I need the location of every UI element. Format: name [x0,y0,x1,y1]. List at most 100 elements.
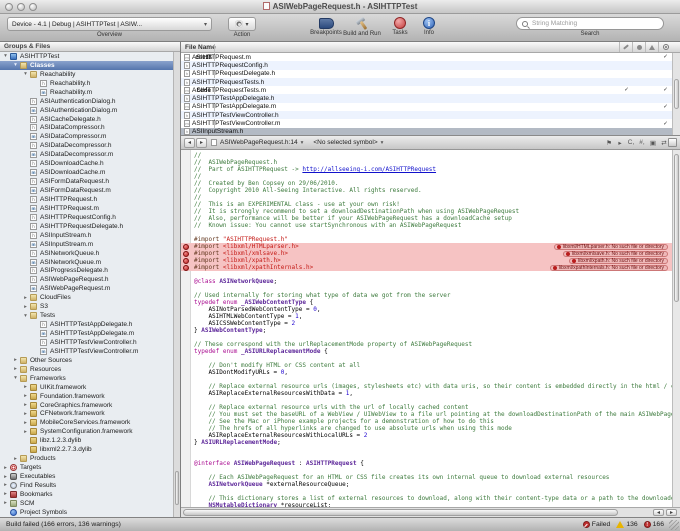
disclosure-triangle-icon[interactable]: ▸ [22,304,29,310]
disclosure-triangle-icon[interactable]: ▸ [22,393,29,399]
sidebar-item[interactable]: ▸ Targets [0,463,173,472]
breakpoints-menu-icon[interactable]: ▸ [616,139,624,147]
error-gutter-icon[interactable] [183,250,189,257]
disclosure-triangle-icon[interactable]: ▸ [2,491,9,497]
disclosure-triangle-icon[interactable]: ▸ [2,500,9,506]
file-list-scrollbar[interactable] [672,53,680,135]
counterpart-icon[interactable]: ⇄ [660,139,668,147]
error-gutter-icon[interactable] [183,243,189,250]
sidebar-item[interactable]: h ASIDataCompressor.h [0,124,173,133]
file-history-popup[interactable]: ASIWebPageRequest.h:14 [220,139,303,146]
sidebar-item[interactable]: m ASIHTTPRequest.m [0,204,173,213]
sidebar-item[interactable]: h ASIFormDataRequest.h [0,177,173,186]
disclosure-triangle-icon[interactable]: ▾ [12,62,19,68]
sidebar-item[interactable]: ▸ Products [0,454,173,463]
sidebar-item[interactable]: ▸ Foundation.framework [0,392,173,401]
sidebar-item[interactable]: h ASIHTTPRequestDelegate.h [0,222,173,231]
sidebar-item[interactable]: m ASIInputStream.m [0,240,173,249]
disclosure-triangle-icon[interactable]: ▸ [12,456,19,462]
sidebar-item[interactable]: h Reachability.h [0,79,173,88]
error-gutter-icon[interactable] [183,257,189,264]
error-message-bubble[interactable]: libxml/xpath.h: No such file or director… [569,257,668,264]
sidebar-item[interactable]: h ASINetworkQueue.h [0,249,173,258]
source-editor[interactable]: //// ASIWebPageRequest.h// Part of ASIHT… [181,150,680,507]
sidebar-item[interactable]: ▸ S3 [0,302,173,311]
sidebar-item[interactable]: ▸ Other Sources [0,356,173,365]
file-list-row[interactable]: h ASIHTTPTestViewController.h [181,111,672,120]
warnings-column-header[interactable] [646,42,659,52]
editor-vertical-scrollbar[interactable] [672,150,680,507]
sidebar-item[interactable]: h ASIDataDecompressor.h [0,141,173,150]
file-list-row[interactable]: h ASIHTTPRequestDelegate.h [181,70,672,78]
file-list-row[interactable]: h ASIHTTPTestAppDelegate.h [181,94,672,103]
sidebar-item[interactable]: m ASIDownloadCache.m [0,168,173,177]
sidebar-item[interactable]: m ASIHTTPTestAppDelegate.m [0,329,173,338]
disclosure-triangle-icon[interactable]: ▸ [12,366,19,372]
sidebar-item[interactable]: ▾ Frameworks [0,374,173,383]
split-editor-button[interactable] [668,138,677,147]
disclosure-triangle-icon[interactable]: ▸ [2,482,9,488]
sidebar-item[interactable]: ▾ Classes [0,60,173,70]
file-list-row[interactable]: h ASIInputStream.h [181,127,672,135]
sidebar-item[interactable]: m Reachability.m [0,88,173,97]
error-message-bubble[interactable]: libxml/xpathInternals.h: No such file or… [549,264,668,271]
target-membership-cell[interactable]: ✓ [659,104,672,110]
toolbar-button-info[interactable]: i Info [403,17,455,36]
sidebar-item[interactable]: ▾ ASIHTTPTest [0,52,173,61]
file-name-column-header[interactable]: File Name [181,42,620,52]
file-list-row[interactable]: m ASIHTTPRequest.m 86.1K ✓ [181,53,672,61]
disclosure-triangle-icon[interactable]: ▸ [22,384,29,390]
sidebar-item[interactable]: ▸ UIKit.framework [0,383,173,392]
sidebar-item[interactable]: ▸ Resources [0,365,173,374]
sidebar-item[interactable]: h ASIHTTPTestViewController.h [0,338,173,347]
error-message-bubble[interactable]: libxml/HTMLparser.h: No such file or dir… [553,243,668,250]
built-column-header[interactable] [620,42,633,52]
file-list-row[interactable]: m ASIHTTPTestViewController.m 676 ✓ [181,55,672,128]
sidebar-item[interactable]: m ASINetworkQueue.m [0,258,173,267]
code-text[interactable]: //// ASIWebPageRequest.h// Part of ASIHT… [181,152,672,507]
file-list-row[interactable]: h ASIHTTPRequestTests.h [181,77,672,87]
sidebar-item[interactable]: libxml2.2.7.3.dylib [0,445,173,454]
sidebar-item[interactable]: h ASIHTTPRequest.h [0,195,173,204]
errors-badge[interactable]: ! 166 [643,521,664,528]
file-list-row[interactable]: m ASIHTTPTestAppDelegate.m 936 ✓ [181,55,672,111]
disclosure-triangle-icon[interactable]: ▸ [22,420,29,426]
editor-vertical-scrollbar-thumb[interactable] [674,154,679,302]
disclosure-triangle-icon[interactable]: ▾ [22,71,29,77]
disclosure-triangle-icon[interactable]: ▾ [2,53,9,59]
editor-horizontal-scrollbar[interactable]: ◂ ▸ [181,507,680,517]
sidebar-item[interactable]: m ASIFormDataRequest.m [0,186,173,195]
disclosure-triangle-icon[interactable]: ▸ [22,429,29,435]
sidebar-item[interactable]: h ASIAuthenticationDialog.h [0,97,173,106]
sidebar-item[interactable]: m ASIHTTPTestViewController.m [0,347,173,356]
sidebar-item[interactable]: ▸ Executables [0,472,173,481]
overview-dropdown[interactable]: Device - 4.1 | Debug | ASIHTTPTest | ASI… [7,17,212,31]
editor-horizontal-scrollbar-thumb[interactable] [183,509,618,516]
class-browser-icon[interactable]: C, [627,139,635,146]
action-button[interactable]: ▾ [228,17,256,31]
disclosure-triangle-icon[interactable]: ▸ [22,295,29,301]
target-membership-cell[interactable]: ✓ [659,54,672,60]
disclosure-triangle-icon[interactable]: ▸ [12,357,19,363]
search-field[interactable]: String Matching [516,17,664,30]
target-column-header[interactable] [659,42,672,52]
error-message-bubble[interactable]: libxml/xmlsave.h: No such file or direct… [563,250,668,257]
go-forward-button[interactable]: ▸ [196,137,207,148]
sidebar-scrollbar[interactable] [173,52,180,517]
sidebar-item[interactable]: m ASIDataCompressor.m [0,132,173,141]
resize-grip[interactable] [669,520,679,530]
sidebar-item[interactable]: ▾ Reachability [0,70,173,79]
sidebar-item[interactable]: h ASIProgressDelegate.h [0,267,173,276]
include-browser-icon[interactable]: #, [638,139,646,146]
scroll-left-button[interactable]: ◂ [653,509,664,516]
lock-icon[interactable]: ▣ [649,139,657,147]
title-bar[interactable]: ASIWebPageRequest.h - ASIHTTPTest [0,0,680,14]
warnings-badge[interactable]: 136 [616,521,638,528]
bookmarks-menu-icon[interactable]: ⚑ [605,139,613,147]
sidebar-item[interactable]: h ASIWebPageRequest.h [0,275,173,284]
symbol-popup[interactable]: <No selected symbol> [313,139,383,146]
sidebar-item[interactable]: h ASIHTTPRequestConfig.h [0,213,173,222]
sidebar-item[interactable]: ▸ CloudFiles [0,293,173,302]
build-failed-badge[interactable]: Failed [582,521,610,528]
disclosure-triangle-icon[interactable]: ▸ [2,474,9,480]
